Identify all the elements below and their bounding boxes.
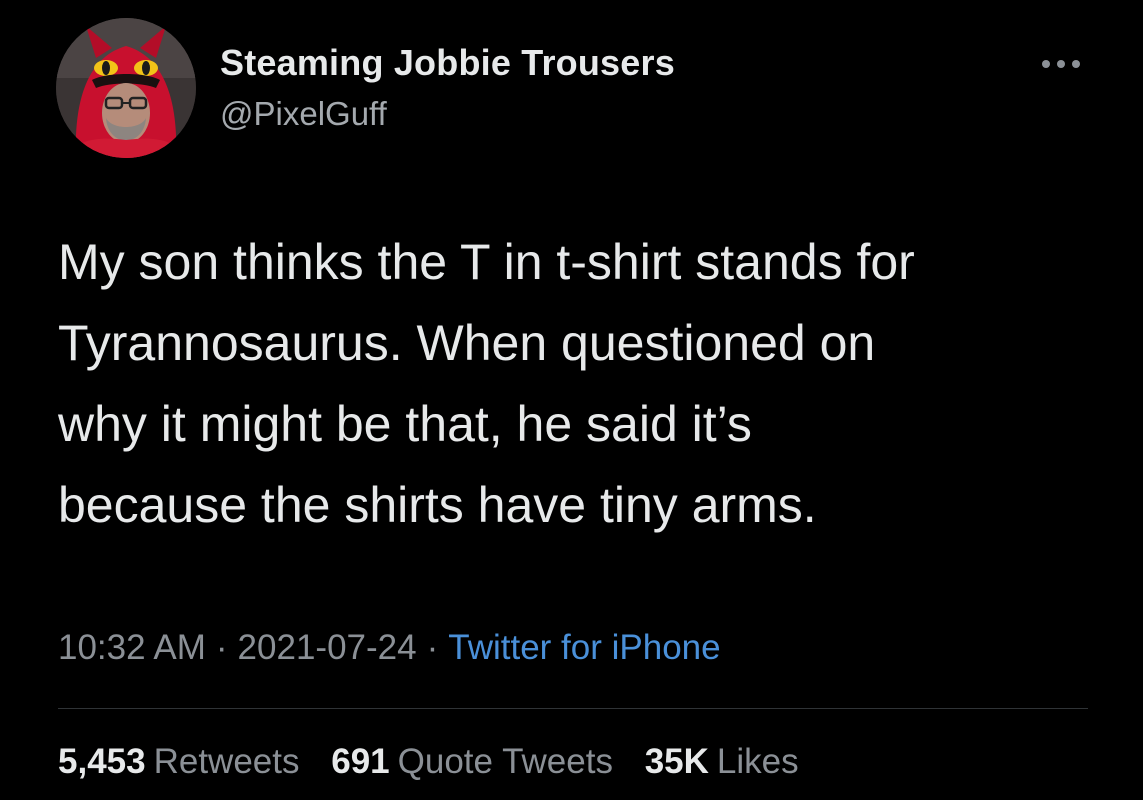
more-dots-icon[interactable] (1038, 56, 1084, 72)
quote-tweets-count: 691 (331, 742, 390, 781)
meta-separator: · (426, 628, 439, 667)
tweet-date: 2021-07-24 (237, 628, 417, 667)
meta-separator: · (215, 628, 228, 667)
tweet-meta: 10:32 AM · 2021-07-24 · Twitter for iPhone (58, 628, 721, 668)
tweet-stats: 5,453 Retweets 691 Quote Tweets 35K Likes (58, 742, 821, 782)
tweet-source-link[interactable]: Twitter for iPhone (448, 628, 720, 667)
tweet-card: Steaming Jobbie Trousers @PixelGuff My s… (0, 0, 1143, 800)
profile-photo-icon (56, 18, 196, 158)
quote-tweets-stat[interactable]: 691 Quote Tweets (331, 742, 613, 781)
tweet-time: 10:32 AM (58, 628, 206, 667)
author-handle[interactable]: @PixelGuff (220, 95, 387, 133)
author-avatar[interactable] (56, 18, 196, 158)
tweet-text: My son thinks the T in t-shirt stands fo… (58, 234, 915, 533)
divider (58, 708, 1088, 709)
likes-label: Likes (716, 742, 799, 781)
likes-stat[interactable]: 35K Likes (645, 742, 799, 781)
author-display-name[interactable]: Steaming Jobbie Trousers (220, 42, 675, 84)
quote-tweets-label: Quote Tweets (397, 742, 613, 781)
likes-count: 35K (644, 742, 709, 781)
retweets-label: Retweets (153, 742, 300, 781)
retweets-stat[interactable]: 5,453 Retweets (58, 742, 300, 781)
retweets-count: 5,453 (58, 742, 146, 781)
